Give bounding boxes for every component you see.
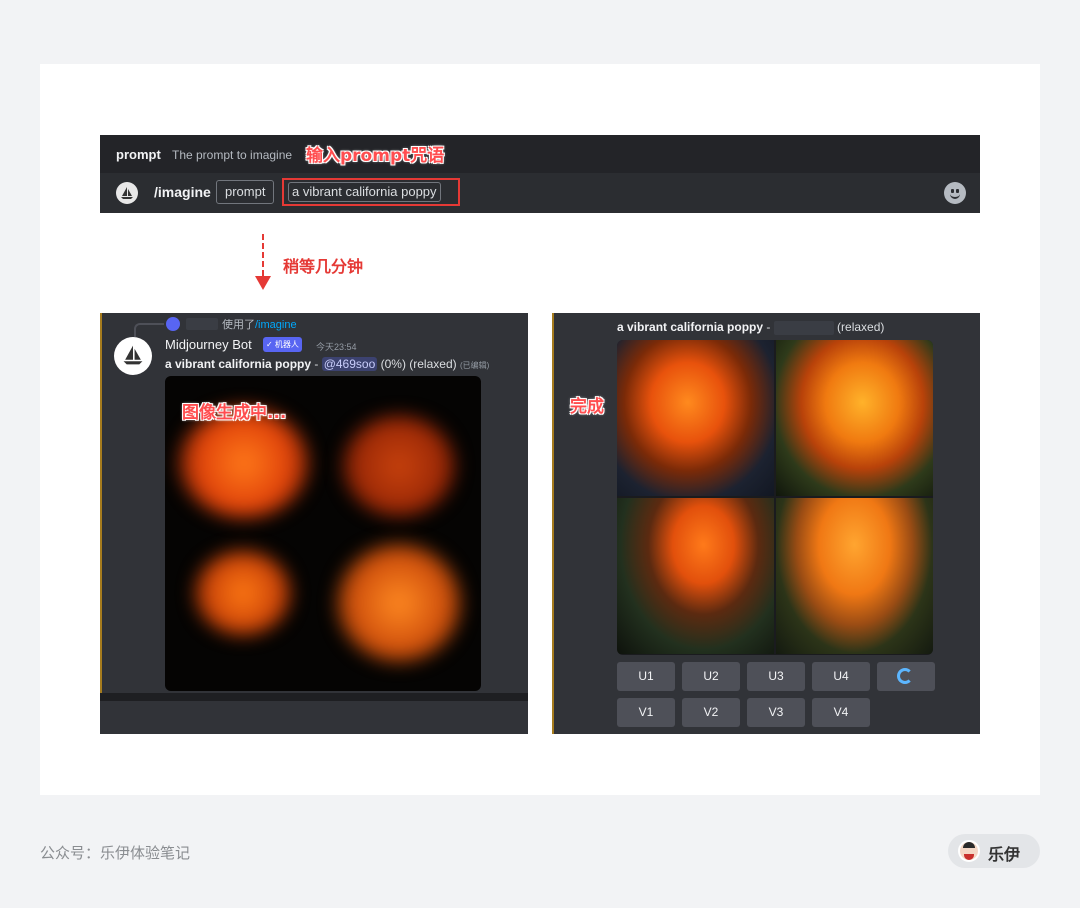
progress-line: a vibrant california poppy - @469soo (0%… <box>165 357 490 371</box>
upscale-button-1[interactable]: U1 <box>617 662 675 691</box>
discord-icon <box>166 317 180 331</box>
refresh-icon <box>897 668 913 684</box>
done-note: 完成 <box>570 397 604 417</box>
prompt-input[interactable]: a vibrant california poppy <box>282 178 460 206</box>
avatar <box>958 840 980 862</box>
arrow-down-icon <box>255 276 271 290</box>
bot-avatar[interactable] <box>114 337 152 375</box>
user-mention[interactable]: @469soo <box>321 357 378 371</box>
completed-message-panel: a vibrant california poppy - (relaxed) U… <box>552 313 980 734</box>
bot-badge: ✓ 机器人 <box>263 337 302 352</box>
midjourney-boat-icon <box>116 182 138 204</box>
image-1[interactable] <box>617 340 774 496</box>
reply-line <box>134 323 164 337</box>
brand-name: 乐伊 <box>988 845 1021 864</box>
brand-badge: 乐伊 <box>948 834 1040 868</box>
blurred-username <box>186 318 218 330</box>
blurred-mention <box>773 320 834 335</box>
image-3[interactable] <box>617 498 774 654</box>
command-input-row[interactable]: /imagine prompt a vibrant california pop… <box>100 173 980 213</box>
command-hint: prompt The prompt to imagine <box>100 135 980 173</box>
message-time: 今天23:54 <box>316 342 357 352</box>
variation-button-2[interactable]: V2 <box>682 698 740 727</box>
discord-command-bar: prompt The prompt to imagine /imagine pr… <box>100 135 980 213</box>
image-grid[interactable] <box>617 340 933 655</box>
emoji-icon[interactable] <box>944 182 966 204</box>
upscale-button-4[interactable]: U4 <box>812 662 870 691</box>
prompt-param-label[interactable]: prompt <box>216 180 275 204</box>
variation-button-1[interactable]: V1 <box>617 698 675 727</box>
upscale-button-2[interactable]: U2 <box>682 662 740 691</box>
variation-button-3[interactable]: V3 <box>747 698 805 727</box>
hint-key: prompt <box>116 147 161 162</box>
used-command-link[interactable]: /imagine <box>255 319 297 331</box>
input-note: 输入prompt咒语 <box>306 146 445 166</box>
used-command-text: 使用了/imagine <box>222 319 297 331</box>
generating-note: 图像生成中... <box>182 403 287 423</box>
image-4[interactable] <box>776 498 933 654</box>
hint-description: The prompt to imagine <box>172 148 293 162</box>
image-2[interactable] <box>776 340 933 496</box>
wait-note: 稍等几分钟 <box>283 257 364 276</box>
variation-button-4[interactable]: V4 <box>812 698 870 727</box>
upscale-button-3[interactable]: U3 <box>747 662 805 691</box>
footer-account: 公众号：乐伊体验笔记 <box>40 844 191 862</box>
arrow-line <box>262 234 264 276</box>
bot-name[interactable]: Midjourney Bot <box>165 337 252 352</box>
generating-message-panel: 使用了/imagine Midjourney Bot ✓ 机器人 今天23:54… <box>100 313 528 734</box>
reroll-button[interactable] <box>877 662 935 691</box>
command-name: /imagine <box>154 184 211 200</box>
result-title: a vibrant california poppy - (relaxed) <box>617 320 885 335</box>
generating-image[interactable] <box>165 376 481 691</box>
prompt-value: a vibrant california poppy <box>288 182 441 202</box>
